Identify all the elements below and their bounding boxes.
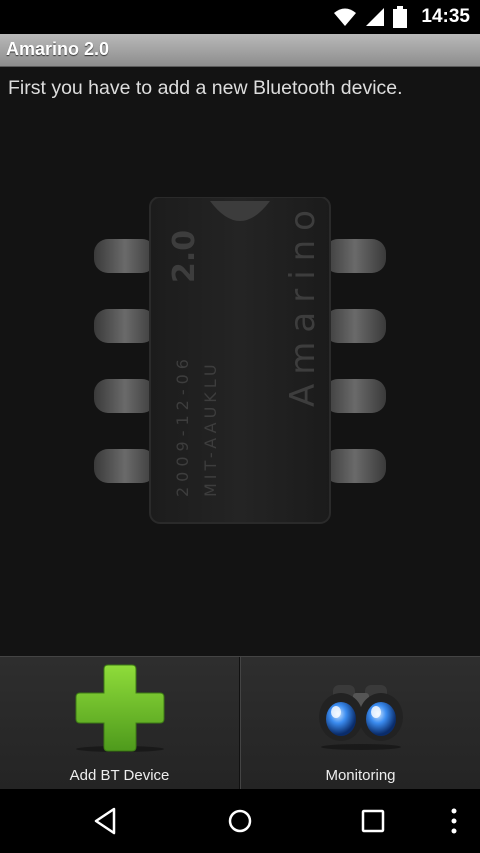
monitoring-label: Monitoring <box>325 767 396 784</box>
chip-version-label: 2.0 <box>167 230 202 283</box>
status-icons: 14:35 <box>333 0 470 34</box>
chip-origin-label: MIT-AAUKLU <box>201 360 220 497</box>
bottom-action-bar: Add BT Device Monitoring <box>0 656 480 790</box>
chip-graphic: 2.0 Amarino 2009-12-06 MIT-AAUKLU <box>94 196 386 524</box>
instruction-text: First you have to add a new Bluetooth de… <box>8 77 403 99</box>
binoculars-icon <box>318 685 403 750</box>
status-bar: 14:35 <box>0 0 480 34</box>
signal-icon <box>366 8 385 26</box>
recents-icon[interactable] <box>357 805 389 837</box>
chip-date-label: 2009-12-06 <box>173 354 192 497</box>
monitoring-button[interactable]: Monitoring <box>240 657 480 790</box>
add-bt-device-button[interactable]: Add BT Device <box>0 657 240 790</box>
home-icon[interactable] <box>224 805 256 837</box>
overflow-menu-icon[interactable] <box>438 805 470 837</box>
amarino-chip-image: 2.0 Amarino 2009-12-06 MIT-AAUKLU <box>92 196 388 527</box>
battery-icon <box>393 6 408 28</box>
title-bar: Amarino 2.0 <box>0 34 480 67</box>
wifi-icon <box>334 8 357 26</box>
back-icon[interactable] <box>90 805 122 837</box>
plus-icon <box>75 664 164 752</box>
main-content: First you have to add a new Bluetooth de… <box>0 67 480 656</box>
add-bt-device-label: Add BT Device <box>69 767 170 784</box>
status-time: 14:35 <box>421 6 470 27</box>
chip-name-label: Amarino <box>283 201 323 407</box>
app-title: Amarino 2.0 <box>6 39 110 59</box>
navigation-bar <box>0 789 480 853</box>
